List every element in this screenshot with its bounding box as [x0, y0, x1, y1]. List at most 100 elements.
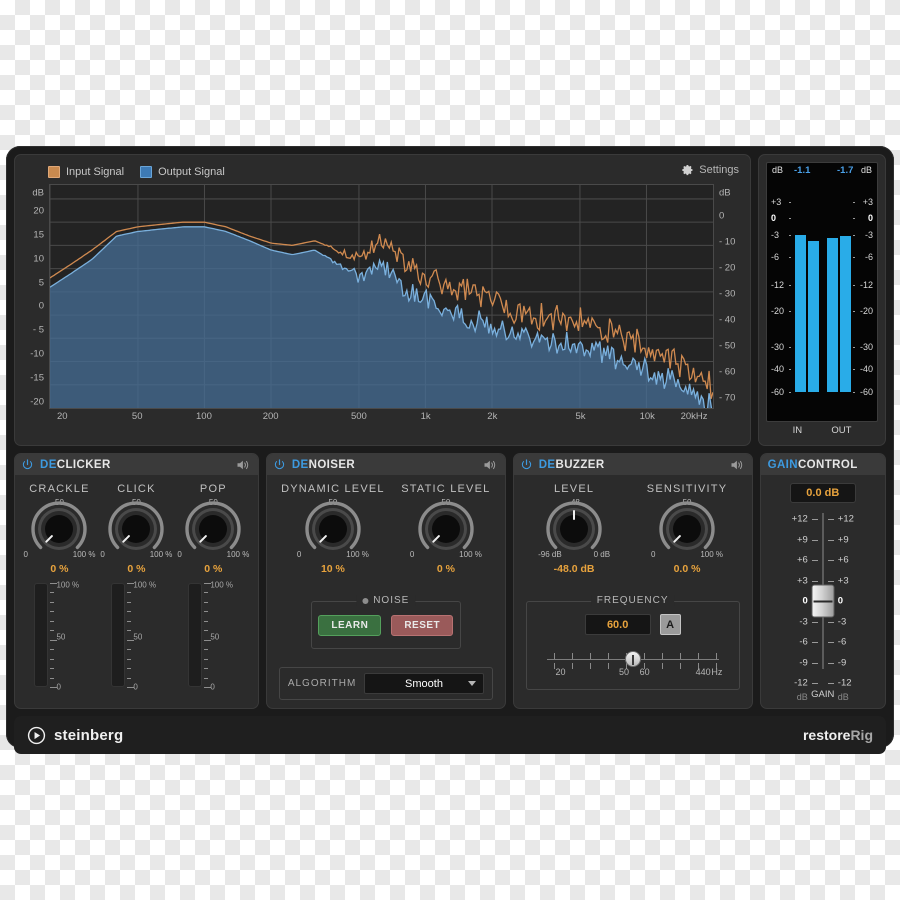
- meter-scale-label: +3: [863, 197, 873, 207]
- spectrum-plot-area[interactable]: [49, 184, 714, 409]
- gain-scale-dash: [828, 519, 834, 520]
- meter-scale-tick: [789, 369, 791, 370]
- declicker-meter-row: 100 %500100 %500100 %500: [21, 581, 252, 689]
- frequency-slider-tick: [680, 653, 681, 659]
- meter-tick: [127, 602, 131, 603]
- meter-tick: [204, 592, 208, 593]
- gear-icon: [682, 164, 694, 176]
- learn-button[interactable]: LEARN: [318, 615, 381, 636]
- denoiser-title-prefix: DE: [292, 459, 309, 471]
- level-meter-display[interactable]: dBdB-1.1-1.7+3+300-3-3-6-6-12-12-20-20-3…: [766, 162, 878, 422]
- debuzzer-body: LEVEL-48 -96 dB0 dB-48.0 dB SENSITIVITY50…: [514, 475, 752, 708]
- meter-scale-label: -20: [860, 306, 873, 316]
- meter-scale-tick: [789, 257, 791, 258]
- meter-tick: [127, 592, 131, 593]
- meter-scale-label: 100 %: [133, 581, 156, 590]
- meter-label-in: IN: [793, 425, 803, 436]
- output-signal-swatch-icon: [140, 166, 152, 178]
- x-axis-tick: 500: [351, 411, 367, 422]
- frequency-slider-label: 50: [619, 667, 629, 677]
- knob-max-label: 100 %: [227, 550, 250, 559]
- declicker-knob-pop[interactable]: POP50 0100 %0 %: [177, 483, 249, 575]
- gain-unit-label: dB: [838, 692, 849, 702]
- frequency-auto-button[interactable]: A: [660, 614, 681, 635]
- declicker-body: CRACKLE50 0100 %0 %CLICK50 0100 %0 %POP5…: [15, 475, 258, 708]
- meter-tick: [204, 668, 208, 669]
- settings-button[interactable]: Settings: [682, 164, 739, 176]
- speaker-icon[interactable]: [730, 459, 745, 471]
- gain-scale-dash: [812, 560, 818, 561]
- gain-scale-dash: [812, 663, 818, 664]
- frequency-slider-handle[interactable]: [625, 651, 641, 667]
- frequency-value-field[interactable]: 60.0: [585, 614, 651, 635]
- branding-bar: steinberg restoreRig: [14, 716, 886, 754]
- speaker-icon[interactable]: [236, 459, 251, 471]
- declicker-knob-click[interactable]: CLICK50 0100 %0 %: [100, 483, 172, 575]
- power-icon[interactable]: [22, 459, 33, 470]
- meter-scale-label: 0: [771, 213, 776, 223]
- algorithm-select[interactable]: Smooth: [364, 673, 483, 694]
- frequency-slider-tick: [572, 663, 573, 669]
- gain-value-field[interactable]: 0.0 dB: [790, 483, 856, 503]
- power-icon[interactable]: [521, 459, 532, 470]
- declicker-knob-crackle[interactable]: CRACKLE50 0100 %0 %: [23, 483, 95, 575]
- meter-scale-tick: [789, 311, 791, 312]
- power-icon[interactable]: [274, 459, 285, 470]
- meter-tick: [127, 659, 131, 660]
- reset-button[interactable]: RESET: [391, 615, 453, 636]
- gain-scale-dash: [828, 683, 834, 684]
- frequency-slider-tick: [698, 653, 699, 659]
- speaker-icon[interactable]: [483, 459, 498, 471]
- denoiser-knob-static-level[interactable]: STATIC LEVEL50 0100 %0 %: [401, 483, 490, 575]
- meter-tick: [50, 621, 54, 622]
- meter-peak-in: -1.1: [794, 165, 810, 176]
- gain-scale-dash: [828, 642, 834, 643]
- meter-tick: [204, 659, 208, 660]
- y-axis-left-tick: -10: [30, 349, 44, 360]
- knob-value: 0 %: [177, 563, 249, 575]
- x-axis-tick: 20: [57, 411, 68, 422]
- declicker-module: DE CLICKER CRACKLE50 0100 %0 %CLICK50 01…: [14, 453, 259, 709]
- gain-fader-handle[interactable]: [811, 585, 834, 618]
- denoiser-knob-dynamic-level[interactable]: DYNAMIC LEVEL50 0100 %10 %: [281, 483, 385, 575]
- y-axis-right-unit: dB: [719, 188, 731, 199]
- debuzzer-knob-sensitivity[interactable]: SENSITIVITY50 0100 %0.0 %: [647, 483, 727, 575]
- debuzzer-knob-level[interactable]: LEVEL-48 -96 dB0 dB-48.0 dB: [538, 483, 610, 575]
- gain-scale-dash: [812, 519, 818, 520]
- spectrum-y-axis-right: dB0- 10- 20- 30- 40- 50- 60- 70: [714, 184, 741, 409]
- meter-footer: IN OUT: [766, 422, 878, 438]
- spectrum-legend: Input Signal Output Signal Settings: [22, 162, 741, 182]
- knob-min-label: 0: [651, 550, 655, 559]
- knob-caption: DYNAMIC LEVEL: [281, 483, 385, 495]
- noise-group: NOISE LEARN RESET: [311, 601, 461, 649]
- gain-title-prefix: GAIN: [768, 459, 798, 471]
- meter-scale-label: 50: [56, 633, 65, 642]
- gain-fader[interactable]: +12+12+9+9+6+6+3+300-3-3-6-6-9-9-12-12dB…: [767, 509, 879, 689]
- knob-min-label: 0: [100, 550, 104, 559]
- meter-scale-label: -40: [860, 364, 873, 374]
- y-axis-left-tick: 5: [39, 277, 44, 288]
- meter-scale-label: 100 %: [210, 581, 233, 590]
- gain-scale-dash: [828, 622, 834, 623]
- gain-scale-dash: [828, 560, 834, 561]
- frequency-slider[interactable]: 205060440Hz: [547, 639, 719, 681]
- gain-control-header: GAIN CONTROL: [761, 454, 885, 475]
- meter-scale-label: -6: [771, 252, 779, 262]
- meter-tick: [127, 678, 131, 679]
- product-name-suffix: Rig: [850, 727, 873, 743]
- meter-tick: [127, 649, 131, 650]
- legend-label-output: Output Signal: [158, 166, 225, 178]
- meter-bar: [795, 235, 806, 392]
- declicker-reduction-meter: 100 %500: [103, 581, 169, 689]
- gain-scale-label: -6: [838, 637, 846, 648]
- noise-group-legend: NOISE: [356, 595, 415, 606]
- gain-control-module: GAIN CONTROL 0.0 dB +12+12+9+9+6+6+3+300…: [760, 453, 886, 709]
- analyzer-row: Input Signal Output Signal Settings dB 20…: [14, 154, 886, 446]
- y-axis-left-tick: -20: [30, 396, 44, 407]
- meter-scale-tick: [853, 257, 855, 258]
- knob-max-label: 100 %: [150, 550, 173, 559]
- meter-scale-label: -12: [860, 280, 873, 290]
- frequency-group: FREQUENCY 60.0 A 205060440Hz: [526, 601, 740, 690]
- gain-scale-label: -3: [838, 616, 846, 627]
- meter-scale-label: 0: [210, 683, 214, 692]
